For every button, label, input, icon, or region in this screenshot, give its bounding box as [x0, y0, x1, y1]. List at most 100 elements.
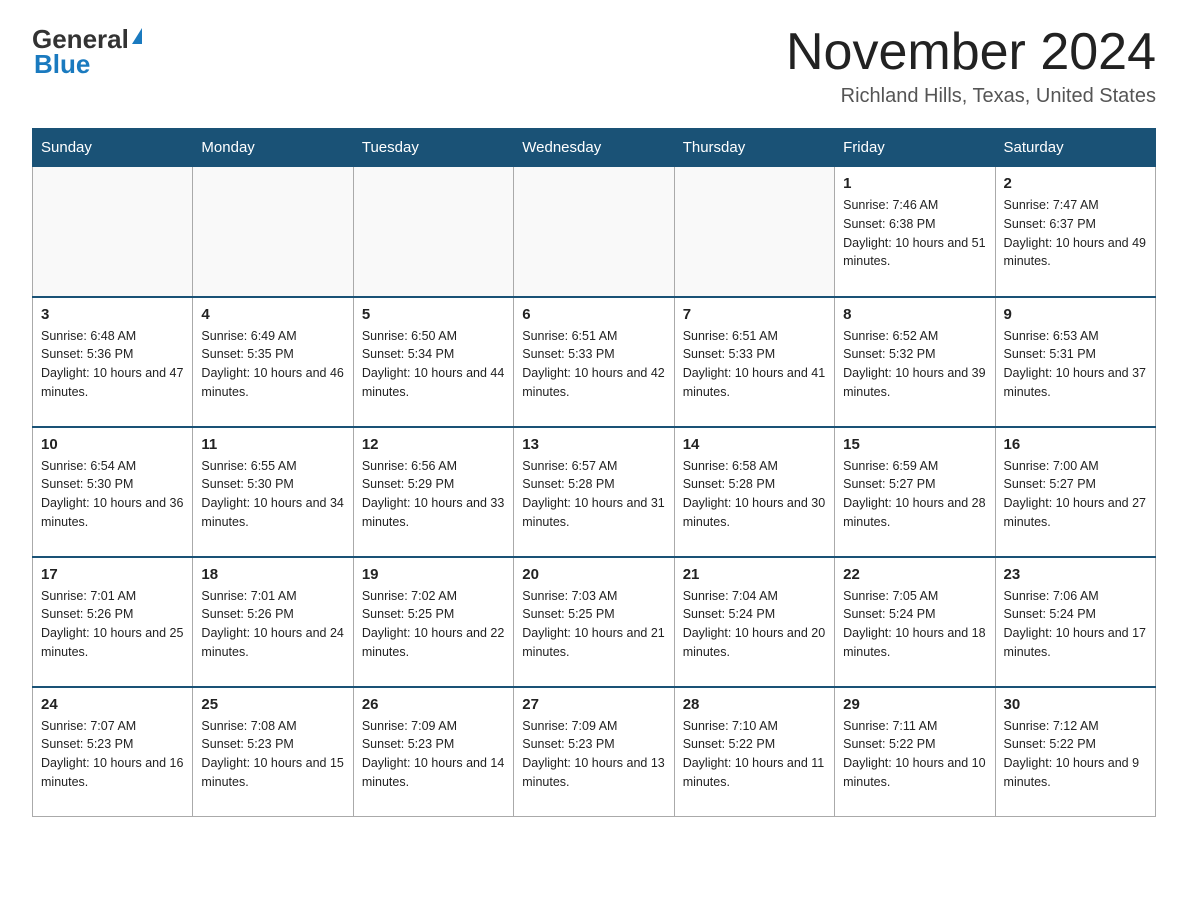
- calendar-cell: 17 Sunrise: 7:01 AMSunset: 5:26 PMDayligh…: [33, 557, 193, 687]
- header-saturday: Saturday: [995, 129, 1155, 167]
- header-wednesday: Wednesday: [514, 129, 674, 167]
- header-tuesday: Tuesday: [353, 129, 513, 167]
- day-number: 7: [683, 306, 826, 323]
- title-area: November 2024 Richland Hills, Texas, Uni…: [786, 24, 1156, 108]
- calendar-cell: [674, 167, 834, 297]
- calendar-cell: 3Sunrise: 6:48 AMSunset: 5:36 PMDaylight…: [33, 297, 193, 427]
- day-number: 20: [522, 566, 665, 583]
- calendar-cell: 15 Sunrise: 6:59 AMSunset: 5:27 PMDayligh…: [835, 427, 995, 557]
- calendar-cell: 2 Sunrise: 7:47 AMSunset: 6:37 PMDaylight…: [995, 167, 1155, 297]
- day-number: 25: [201, 696, 344, 713]
- day-number: 15: [843, 436, 986, 453]
- calendar-cell: 27Sunrise: 7:09 AMSunset: 5:23 PMDayligh…: [514, 687, 674, 817]
- location-title: Richland Hills, Texas, United States: [786, 85, 1156, 108]
- day-number: 27: [522, 696, 665, 713]
- calendar-week-row: 10 Sunrise: 6:54 AMSunset: 5:30 PMDayligh…: [33, 427, 1156, 557]
- day-info: Sunrise: 7:12 AMSunset: 5:22 PMDaylight:…: [1004, 717, 1147, 792]
- day-number: 10: [41, 436, 184, 453]
- logo: General Blue: [32, 24, 142, 80]
- day-info: Sunrise: 6:56 AMSunset: 5:29 PMDaylight:…: [362, 457, 505, 532]
- calendar-cell: [514, 167, 674, 297]
- weekday-header-row: Sunday Monday Tuesday Wednesday Thursday…: [33, 129, 1156, 167]
- day-number: 9: [1004, 306, 1147, 323]
- calendar-cell: 12 Sunrise: 6:56 AMSunset: 5:29 PMDayligh…: [353, 427, 513, 557]
- calendar: Sunday Monday Tuesday Wednesday Thursday…: [32, 128, 1156, 817]
- day-number: 18: [201, 566, 344, 583]
- calendar-cell: 6 Sunrise: 6:51 AMSunset: 5:33 PMDaylight…: [514, 297, 674, 427]
- day-number: 14: [683, 436, 826, 453]
- header-thursday: Thursday: [674, 129, 834, 167]
- day-number: 2: [1004, 175, 1147, 192]
- day-info: Sunrise: 6:51 AMSunset: 5:33 PMDaylight:…: [683, 327, 826, 402]
- day-number: 30: [1004, 696, 1147, 713]
- calendar-cell: 23 Sunrise: 7:06 AMSunset: 5:24 PMDayligh…: [995, 557, 1155, 687]
- day-info: Sunrise: 7:46 AMSunset: 6:38 PMDaylight:…: [843, 196, 986, 271]
- day-number: 12: [362, 436, 505, 453]
- header-friday: Friday: [835, 129, 995, 167]
- day-info: Sunrise: 7:02 AMSunset: 5:25 PMDaylight:…: [362, 587, 505, 662]
- day-number: 3: [41, 306, 184, 323]
- logo-triangle-icon: [132, 28, 142, 44]
- calendar-cell: 13 Sunrise: 6:57 AMSunset: 5:28 PMDayligh…: [514, 427, 674, 557]
- calendar-cell: 9 Sunrise: 6:53 AMSunset: 5:31 PMDaylight…: [995, 297, 1155, 427]
- calendar-cell: 11Sunrise: 6:55 AMSunset: 5:30 PMDayligh…: [193, 427, 353, 557]
- day-number: 1: [843, 175, 986, 192]
- day-info: Sunrise: 7:03 AMSunset: 5:25 PMDaylight:…: [522, 587, 665, 662]
- day-info: Sunrise: 6:52 AMSunset: 5:32 PMDaylight:…: [843, 327, 986, 402]
- calendar-cell: [33, 167, 193, 297]
- calendar-cell: 24Sunrise: 7:07 AMSunset: 5:23 PMDayligh…: [33, 687, 193, 817]
- calendar-cell: 25 Sunrise: 7:08 AMSunset: 5:23 PMDayligh…: [193, 687, 353, 817]
- day-number: 4: [201, 306, 344, 323]
- calendar-week-row: 1 Sunrise: 7:46 AMSunset: 6:38 PMDaylight…: [33, 167, 1156, 297]
- header-sunday: Sunday: [33, 129, 193, 167]
- day-number: 17: [41, 566, 184, 583]
- day-number: 13: [522, 436, 665, 453]
- day-info: Sunrise: 7:11 AMSunset: 5:22 PMDaylight:…: [843, 717, 986, 792]
- day-number: 23: [1004, 566, 1147, 583]
- day-number: 5: [362, 306, 505, 323]
- day-info: Sunrise: 7:08 AMSunset: 5:23 PMDaylight:…: [201, 717, 344, 792]
- day-info: Sunrise: 7:00 AMSunset: 5:27 PMDaylight:…: [1004, 457, 1147, 532]
- day-info: Sunrise: 7:05 AMSunset: 5:24 PMDaylight:…: [843, 587, 986, 662]
- day-number: 11: [201, 436, 344, 453]
- day-number: 28: [683, 696, 826, 713]
- calendar-cell: 14Sunrise: 6:58 AMSunset: 5:28 PMDayligh…: [674, 427, 834, 557]
- day-info: Sunrise: 7:09 AMSunset: 5:23 PMDaylight:…: [362, 717, 505, 792]
- calendar-cell: 20 Sunrise: 7:03 AMSunset: 5:25 PMDayligh…: [514, 557, 674, 687]
- calendar-cell: 1 Sunrise: 7:46 AMSunset: 6:38 PMDaylight…: [835, 167, 995, 297]
- day-info: Sunrise: 7:04 AMSunset: 5:24 PMDaylight:…: [683, 587, 826, 662]
- calendar-week-row: 3Sunrise: 6:48 AMSunset: 5:36 PMDaylight…: [33, 297, 1156, 427]
- calendar-cell: 26Sunrise: 7:09 AMSunset: 5:23 PMDayligh…: [353, 687, 513, 817]
- day-number: 21: [683, 566, 826, 583]
- calendar-cell: 7 Sunrise: 6:51 AMSunset: 5:33 PMDaylight…: [674, 297, 834, 427]
- calendar-cell: 21 Sunrise: 7:04 AMSunset: 5:24 PMDayligh…: [674, 557, 834, 687]
- day-info: Sunrise: 6:57 AMSunset: 5:28 PMDaylight:…: [522, 457, 665, 532]
- day-info: Sunrise: 7:10 AMSunset: 5:22 PMDaylight:…: [683, 717, 826, 792]
- day-number: 22: [843, 566, 986, 583]
- calendar-cell: 10 Sunrise: 6:54 AMSunset: 5:30 PMDayligh…: [33, 427, 193, 557]
- calendar-cell: 8Sunrise: 6:52 AMSunset: 5:32 PMDaylight…: [835, 297, 995, 427]
- day-number: 6: [522, 306, 665, 323]
- calendar-cell: 4 Sunrise: 6:49 AMSunset: 5:35 PMDaylight…: [193, 297, 353, 427]
- day-info: Sunrise: 6:59 AMSunset: 5:27 PMDaylight:…: [843, 457, 986, 532]
- calendar-week-row: 17 Sunrise: 7:01 AMSunset: 5:26 PMDayligh…: [33, 557, 1156, 687]
- calendar-week-row: 24Sunrise: 7:07 AMSunset: 5:23 PMDayligh…: [33, 687, 1156, 817]
- calendar-cell: 22 Sunrise: 7:05 AMSunset: 5:24 PMDayligh…: [835, 557, 995, 687]
- day-info: Sunrise: 6:49 AMSunset: 5:35 PMDaylight:…: [201, 327, 344, 402]
- day-info: Sunrise: 6:53 AMSunset: 5:31 PMDaylight:…: [1004, 327, 1147, 402]
- day-info: Sunrise: 7:47 AMSunset: 6:37 PMDaylight:…: [1004, 196, 1147, 271]
- calendar-cell: 30 Sunrise: 7:12 AMSunset: 5:22 PMDayligh…: [995, 687, 1155, 817]
- day-info: Sunrise: 7:01 AMSunset: 5:26 PMDaylight:…: [201, 587, 344, 662]
- day-number: 19: [362, 566, 505, 583]
- calendar-cell: [353, 167, 513, 297]
- calendar-cell: 19 Sunrise: 7:02 AMSunset: 5:25 PMDayligh…: [353, 557, 513, 687]
- header: General Blue November 2024 Richland Hill…: [32, 24, 1156, 108]
- day-info: Sunrise: 6:51 AMSunset: 5:33 PMDaylight:…: [522, 327, 665, 402]
- day-info: Sunrise: 7:01 AMSunset: 5:26 PMDaylight:…: [41, 587, 184, 662]
- day-info: Sunrise: 7:07 AMSunset: 5:23 PMDaylight:…: [41, 717, 184, 792]
- header-monday: Monday: [193, 129, 353, 167]
- day-info: Sunrise: 7:06 AMSunset: 5:24 PMDaylight:…: [1004, 587, 1147, 662]
- day-info: Sunrise: 6:54 AMSunset: 5:30 PMDaylight:…: [41, 457, 184, 532]
- calendar-cell: 18 Sunrise: 7:01 AMSunset: 5:26 PMDayligh…: [193, 557, 353, 687]
- day-number: 29: [843, 696, 986, 713]
